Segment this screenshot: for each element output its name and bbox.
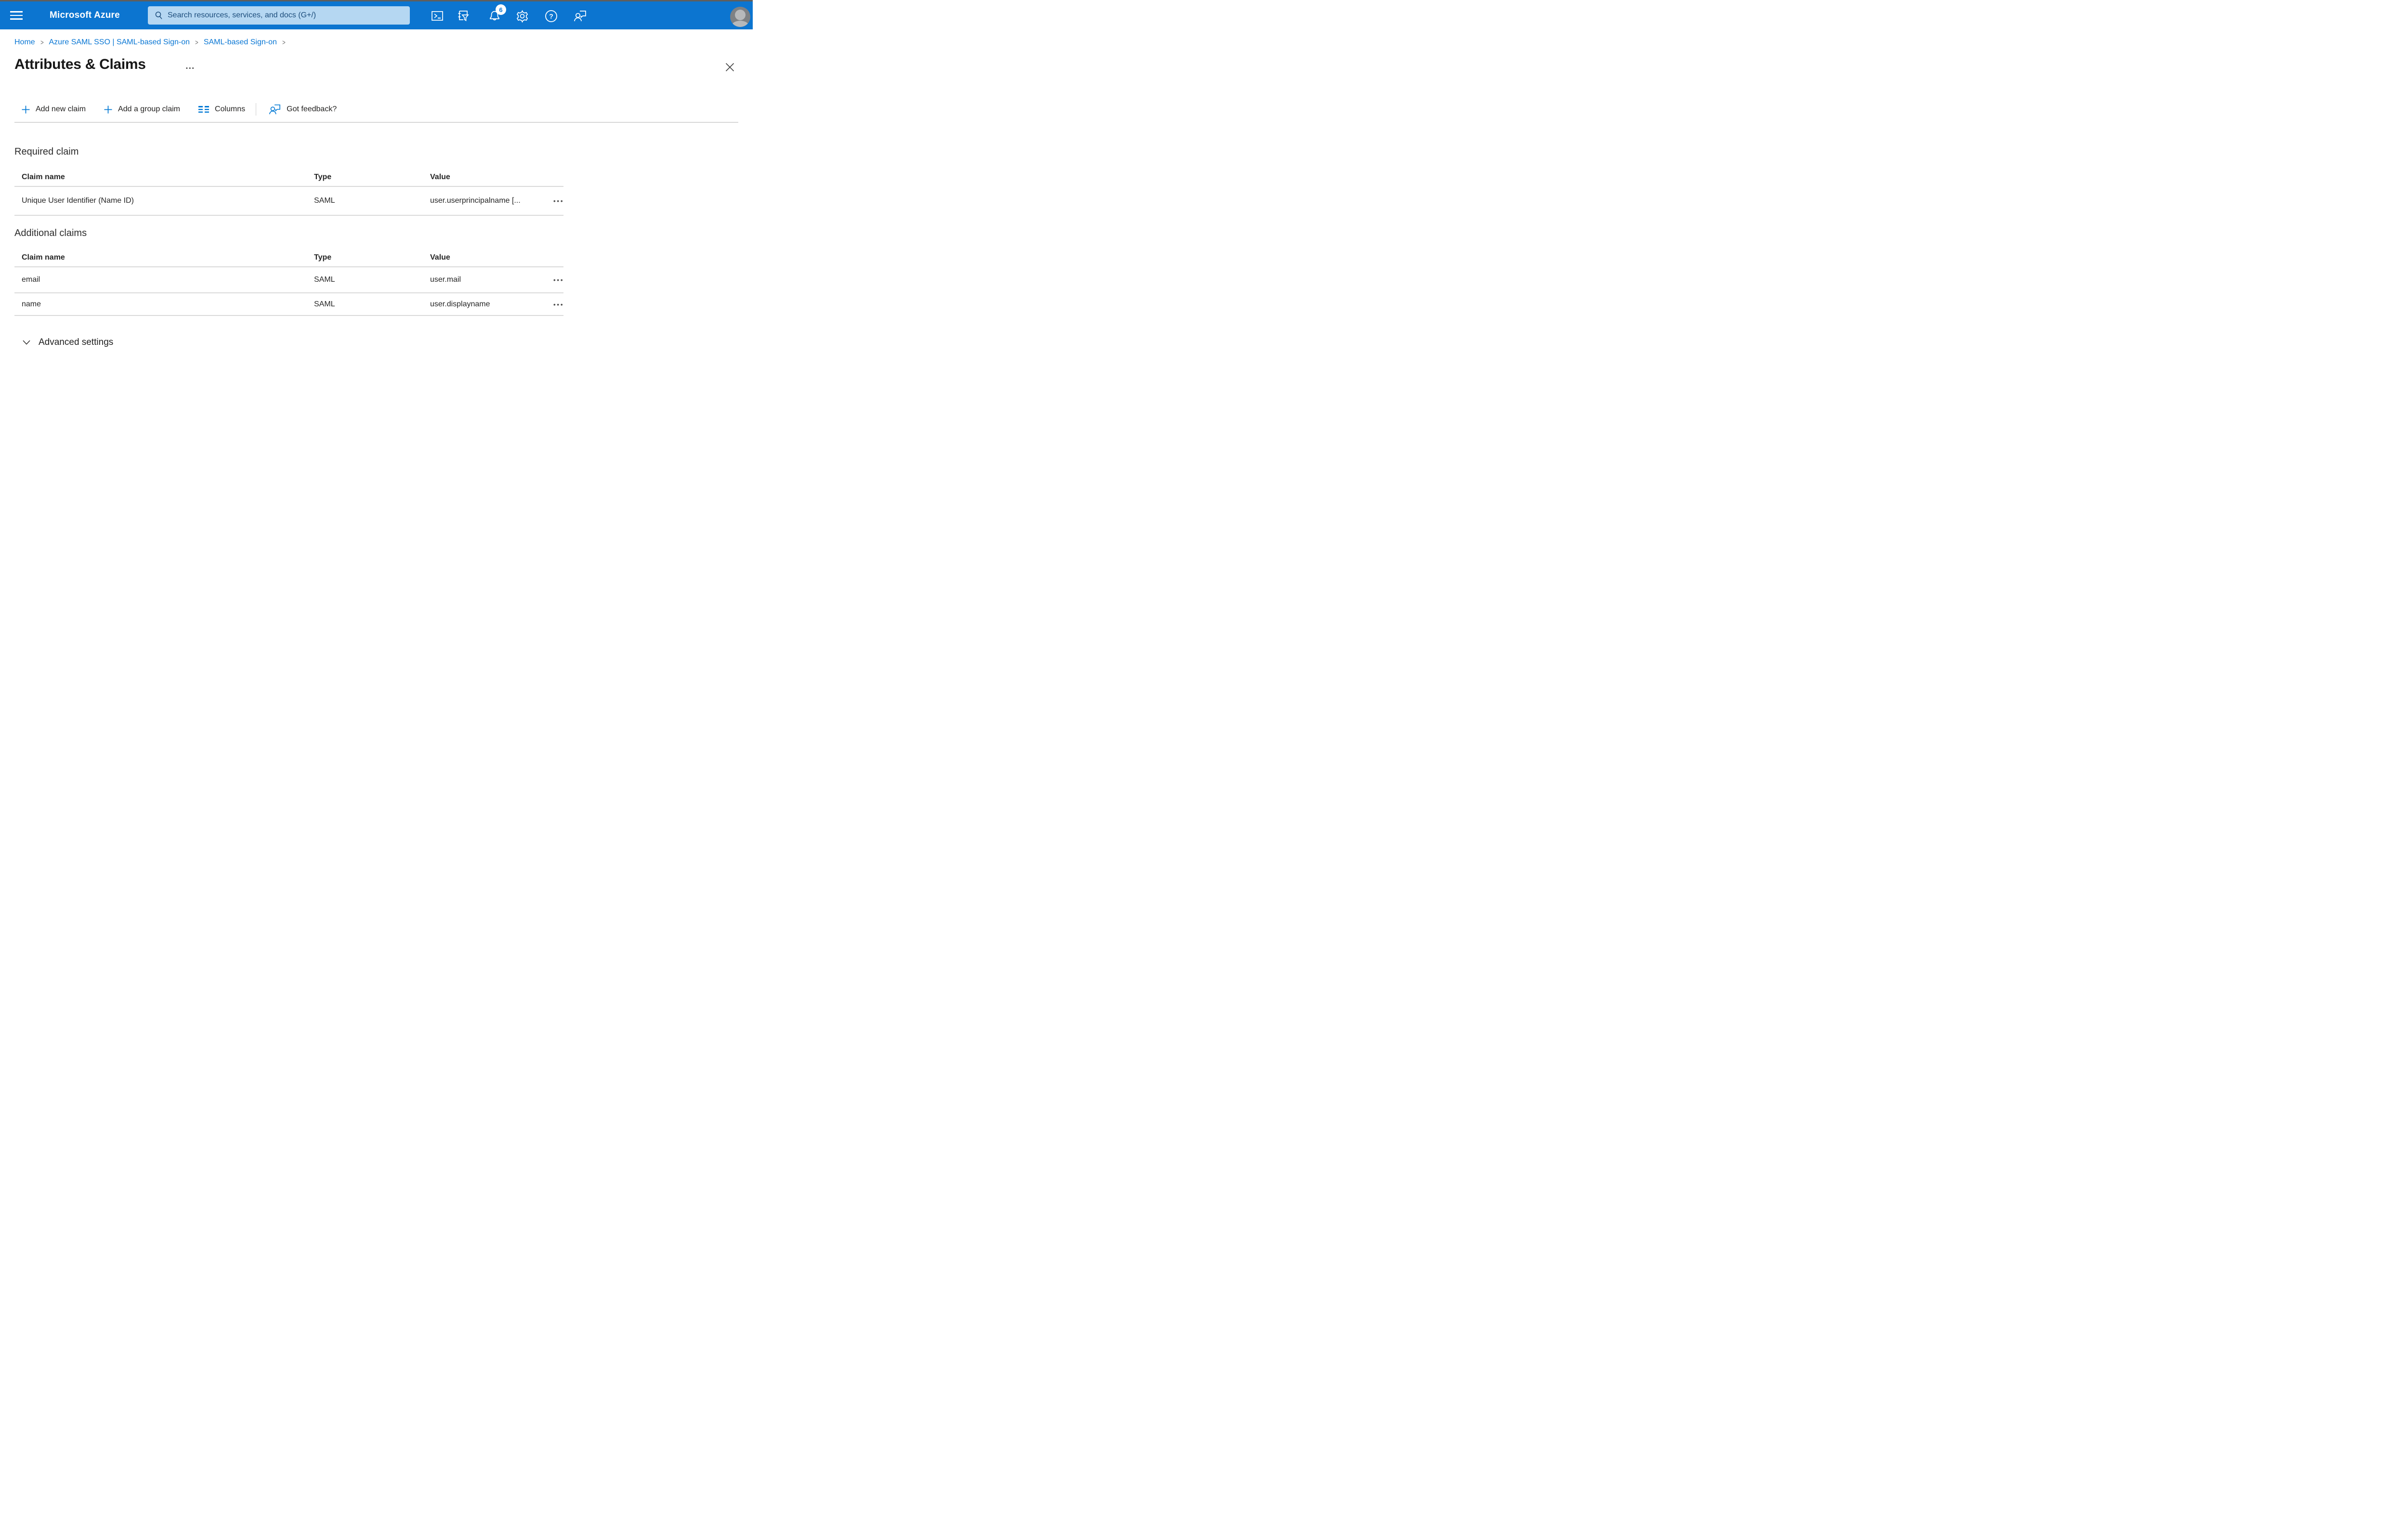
toolbar-rule xyxy=(14,122,738,123)
claim-name-cell: email xyxy=(22,276,40,284)
claim-value-cell: user.displayname xyxy=(430,300,490,308)
column-header-type: Type xyxy=(314,172,332,181)
help-icon: ? xyxy=(545,10,557,22)
required-claim-heading: Required claim xyxy=(14,146,79,157)
additional-claims-heading: Additional claims xyxy=(14,228,87,238)
avatar-silhouette xyxy=(735,10,746,20)
required-claim-table: Claim name Type Value Unique User Identi… xyxy=(14,168,563,216)
claim-name-cell: name xyxy=(22,300,41,308)
column-header-type: Type xyxy=(314,253,332,262)
breadcrumb-separator: > xyxy=(282,38,286,47)
table-header-row: Claim name Type Value xyxy=(14,168,563,187)
column-header-value: Value xyxy=(430,253,450,262)
breadcrumb-separator: > xyxy=(195,38,198,47)
breadcrumb: Home > Azure SAML SSO | SAML-based Sign-… xyxy=(14,38,291,47)
settings-button[interactable] xyxy=(512,9,532,23)
table-row[interactable]: name SAML user.displayname ••• xyxy=(14,293,563,316)
search-input[interactable] xyxy=(163,6,410,25)
table-header-row: Claim name Type Value xyxy=(14,249,563,267)
directory-filter-icon xyxy=(458,11,469,22)
notification-badge: 6 xyxy=(496,4,506,15)
command-bar: Add new claim Add a group claim Columns xyxy=(22,102,337,117)
claim-type-cell: SAML xyxy=(314,300,335,308)
advanced-settings-label: Advanced settings xyxy=(39,337,114,347)
row-menu-button[interactable]: ••• xyxy=(552,275,565,285)
row-menu-button[interactable]: ••• xyxy=(552,196,565,206)
azure-brand[interactable]: Microsoft Azure xyxy=(50,1,120,29)
claim-name-cell: Unique User Identifier (Name ID) xyxy=(22,197,134,205)
additional-claims-table: Claim name Type Value email SAML user.ma… xyxy=(14,249,563,316)
got-feedback-button[interactable]: Got feedback? xyxy=(269,104,337,115)
column-header-claim-name: Claim name xyxy=(22,253,65,262)
table-row[interactable]: email SAML user.mail ••• xyxy=(14,267,563,293)
plus-icon xyxy=(22,105,30,114)
top-nav-bar: Microsoft Azure Search resources, servic… xyxy=(0,1,753,29)
table-row[interactable]: Unique User Identifier (Name ID) SAML us… xyxy=(14,187,563,216)
columns-button[interactable]: Columns xyxy=(198,105,245,114)
claim-value-cell: user.mail xyxy=(430,276,461,284)
columns-label: Columns xyxy=(215,105,246,113)
close-icon xyxy=(725,63,734,71)
add-new-claim-button[interactable]: Add new claim xyxy=(22,105,86,114)
hamburger-menu-button[interactable] xyxy=(10,8,25,23)
breadcrumb-link-home[interactable]: Home xyxy=(14,38,35,47)
breadcrumb-separator: > xyxy=(40,38,44,47)
column-header-value: Value xyxy=(430,172,450,181)
feedback-icon xyxy=(574,11,586,22)
directory-filter-button[interactable] xyxy=(454,9,473,23)
claim-type-cell: SAML xyxy=(314,197,335,205)
claim-type-cell: SAML xyxy=(314,276,335,284)
feedback-button[interactable] xyxy=(570,9,589,23)
feedback-person-icon xyxy=(269,104,281,115)
cloud-shell-button[interactable] xyxy=(428,9,447,23)
gear-icon xyxy=(516,10,528,23)
add-group-claim-label: Add a group claim xyxy=(118,105,181,113)
breadcrumb-link-app-signon[interactable]: Azure SAML SSO | SAML-based Sign-on xyxy=(49,38,190,47)
help-button[interactable]: ? xyxy=(541,9,561,23)
notifications-button[interactable]: 6 xyxy=(485,4,506,23)
columns-icon xyxy=(198,105,209,114)
column-header-claim-name: Claim name xyxy=(22,172,65,181)
claim-value-cell: user.userprincipalname [... xyxy=(430,197,521,205)
hamburger-icon xyxy=(10,11,23,13)
got-feedback-label: Got feedback? xyxy=(287,105,337,113)
page-title: Attributes & Claims xyxy=(14,56,146,72)
row-menu-button[interactable]: ••• xyxy=(552,299,565,310)
plus-icon xyxy=(104,105,112,114)
chevron-down-icon xyxy=(23,340,30,345)
global-search[interactable] xyxy=(148,6,410,25)
cloud-shell-icon xyxy=(432,11,443,21)
search-icon xyxy=(155,12,162,19)
advanced-settings-toggle[interactable]: Advanced settings xyxy=(23,337,113,348)
azure-portal-page: Microsoft Azure Search resources, servic… xyxy=(0,0,753,381)
add-group-claim-button[interactable]: Add a group claim xyxy=(104,105,180,114)
add-new-claim-label: Add new claim xyxy=(36,105,86,113)
avatar[interactable] xyxy=(730,7,750,27)
svg-text:?: ? xyxy=(549,12,553,20)
close-button[interactable] xyxy=(724,62,735,72)
breadcrumb-link-saml-signon[interactable]: SAML-based Sign-on xyxy=(204,38,277,47)
title-overflow-button[interactable]: ••• xyxy=(186,66,195,71)
